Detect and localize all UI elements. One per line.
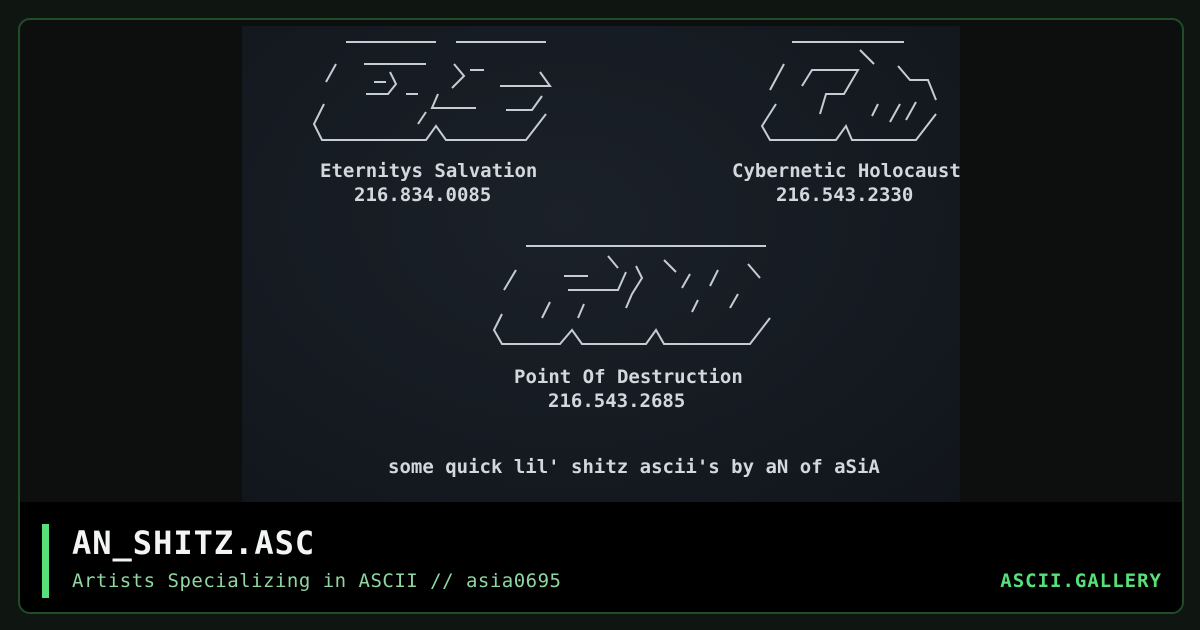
brand-link[interactable]: ASCII.GALLERY (1000, 570, 1162, 592)
group-number-1: 216.834.0085 (354, 184, 492, 206)
group-number-2: 216.543.2330 (776, 184, 914, 206)
logo-point-of-destruction (492, 245, 771, 345)
accent-bar (42, 524, 49, 598)
logo-eternitys-salvation (312, 41, 552, 141)
file-title: AN_SHITZ.ASC (72, 524, 316, 562)
logo-cybernetic-holocaust (760, 41, 937, 141)
group-name-2: Cybernetic Holocaust (732, 160, 961, 182)
file-subtitle: Artists Specializing in ASCII // asia069… (72, 570, 562, 592)
group-name-3: Point Of Destruction (514, 366, 743, 388)
footer-bar: AN_SHITZ.ASC Artists Specializing in ASC… (20, 502, 1182, 612)
ascii-signature: some quick lil' shitz ascii's by aN of a… (388, 456, 880, 478)
group-name-1: Eternitys Salvation (320, 160, 538, 182)
ascii-art-screen: Eternitys Salvation 216.834.0085 Cyberne… (242, 26, 961, 502)
group-number-3: 216.543.2685 (548, 390, 686, 412)
gallery-card: Eternitys Salvation 216.834.0085 Cyberne… (18, 18, 1184, 614)
